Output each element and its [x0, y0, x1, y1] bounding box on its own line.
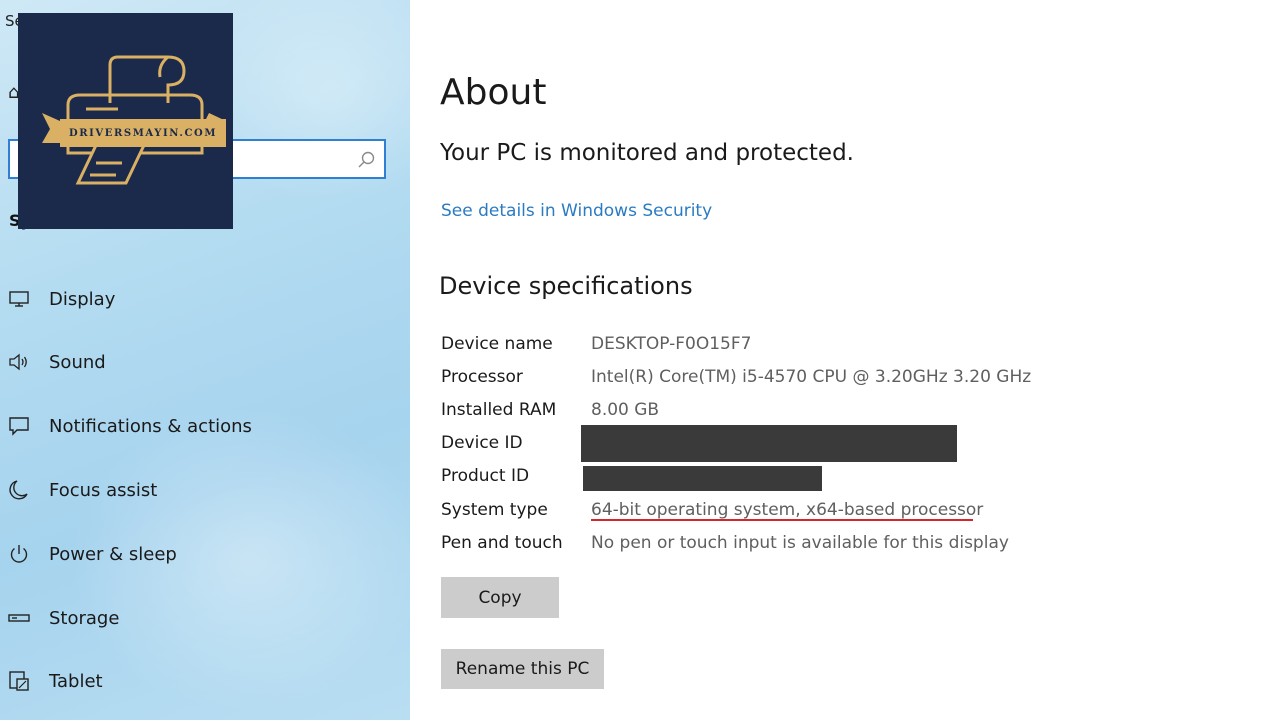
moon-icon [8, 479, 30, 501]
logo-text: DRIVERSMAYIN.COM [68, 127, 218, 139]
spec-label: Processor [441, 367, 523, 387]
sidebar-item-label: Notifications & actions [49, 415, 252, 437]
spec-value: No pen or touch input is available for t… [591, 533, 1009, 553]
device-specifications-heading: Device specifications [439, 272, 693, 300]
protection-status-text: Your PC is monitored and protected. [440, 140, 854, 166]
sidebar-item-notifications[interactable]: Notifications & actions [0, 401, 410, 451]
spec-label: Installed RAM [441, 400, 557, 420]
sidebar-item-power-sleep[interactable]: Power & sleep [0, 529, 410, 579]
spec-value: DESKTOP-F0O15F7 [591, 334, 752, 354]
sidebar-item-label: Sound [49, 351, 106, 373]
copy-button[interactable]: Copy [441, 577, 559, 618]
storage-icon [8, 607, 30, 629]
spec-row-product-id: Product ID [441, 466, 1241, 492]
brand-logo: DRIVERSMAYIN.COM [18, 13, 233, 229]
speaker-icon [8, 351, 30, 373]
system-type-highlight-underline [591, 519, 973, 521]
product-id-redaction [583, 466, 822, 491]
power-icon [8, 543, 30, 565]
spec-value: Intel(R) Core(TM) i5-4570 CPU @ 3.20GHz … [591, 367, 1032, 387]
logo-banner: DRIVERSMAYIN.COM [60, 119, 226, 147]
rename-pc-button[interactable]: Rename this PC [441, 649, 604, 689]
spec-label: System type [441, 500, 548, 520]
sidebar-item-label: Tablet [49, 670, 103, 692]
sidebar-item-label: Power & sleep [49, 543, 177, 565]
spec-label: Device name [441, 334, 553, 354]
sidebar-item-storage[interactable]: Storage [0, 593, 410, 643]
spec-row-installed-ram: Installed RAM 8.00 GB [441, 400, 1241, 426]
spec-row-device-name: Device name DESKTOP-F0O15F7 [441, 334, 1241, 360]
sidebar-item-sound[interactable]: Sound [0, 337, 410, 387]
sidebar-item-display[interactable]: Display [0, 274, 410, 324]
monitor-icon [8, 288, 30, 310]
sidebar-item-label: Focus assist [49, 479, 158, 501]
sidebar-item-tablet[interactable]: Tablet [0, 656, 410, 706]
spec-row-system-type: System type 64-bit operating system, x64… [441, 500, 1241, 526]
spec-value: 64-bit operating system, x64-based proce… [591, 500, 984, 520]
spec-row-pen-touch: Pen and touch No pen or touch input is a… [441, 533, 1241, 559]
spec-label: Pen and touch [441, 533, 563, 553]
sidebar-item-label: Display [49, 288, 116, 310]
device-id-redaction [581, 425, 957, 462]
spec-label: Product ID [441, 466, 530, 486]
sidebar-item-focus-assist[interactable]: Focus assist [0, 465, 410, 515]
windows-security-link[interactable]: See details in Windows Security [441, 201, 712, 221]
search-icon[interactable] [356, 150, 376, 170]
spec-row-processor: Processor Intel(R) Core(TM) i5-4570 CPU … [441, 367, 1241, 393]
notification-icon [8, 415, 30, 437]
sidebar-item-label: Storage [49, 607, 120, 629]
spec-label: Device ID [441, 433, 523, 453]
tablet-icon [8, 670, 30, 692]
spec-value: 8.00 GB [591, 400, 660, 420]
page-title: About [440, 72, 547, 113]
